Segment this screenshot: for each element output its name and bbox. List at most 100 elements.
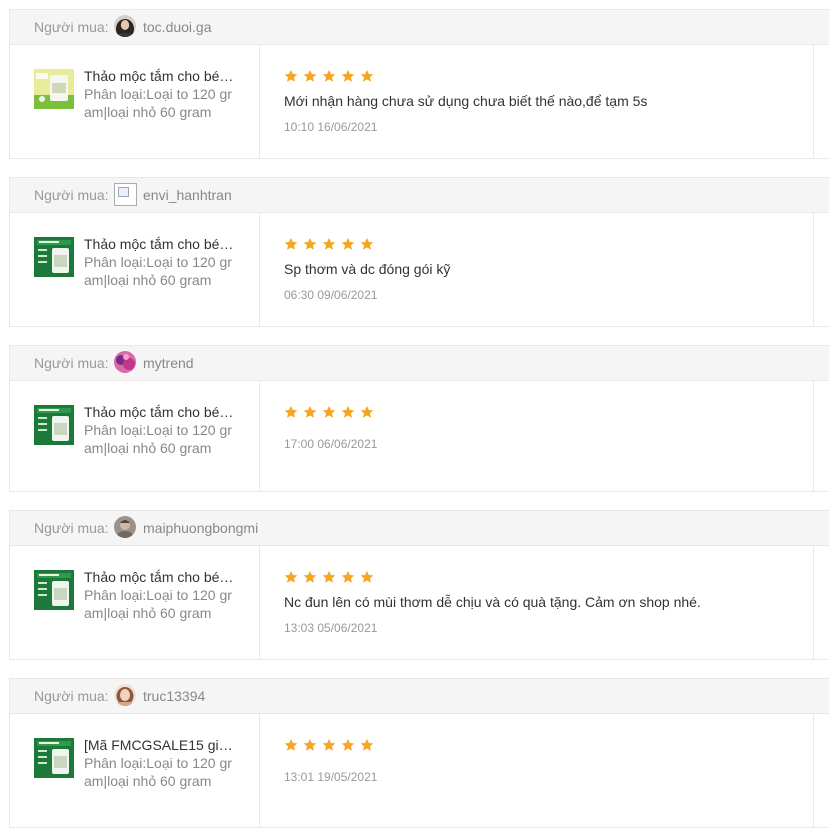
buyer-label: Người mua: [34,355,109,371]
column-divider [259,213,260,326]
star-icon [341,405,355,419]
rating-stars [284,738,379,754]
review-time: 06:30 09/06/2021 [284,288,378,302]
product-name[interactable]: [Mã FMCGSALE15 gi… [84,736,244,754]
review-card: Người mua: truc13394 [Mã FMCGSALE15 gi… Phâ… [9,678,829,828]
column-divider [259,381,260,491]
star-icon [284,69,298,83]
column-divider [813,714,814,827]
variant-line: Phân loại:Loại to 120 gr [84,755,232,771]
variant-line: am|loại nhỏ 60 gram [84,605,212,621]
rating-stars [284,405,379,421]
product-thumbnail[interactable] [34,237,74,277]
review-comment: Nc đun lên có mùi thơm dễ chịu và có quà… [284,594,701,610]
review-header: Người mua: truc13394 [10,679,829,714]
star-icon [284,738,298,752]
star-icon [360,405,374,419]
column-divider [813,381,814,491]
review-header: Người mua: maiphuongbongmi [10,511,829,546]
buyer-label: Người mua: [34,520,109,536]
buyer-label: Người mua: [34,688,109,704]
star-icon [360,738,374,752]
variant-line: am|loại nhỏ 60 gram [84,440,212,456]
product-thumbnail[interactable] [34,570,74,610]
product-name[interactable]: Thảo mộc tắm cho bé… [84,67,244,85]
avatar[interactable] [114,351,136,373]
column-divider [813,45,814,158]
variant-line: Phân loại:Loại to 120 gr [84,254,232,270]
variant-line: Phân loại:Loại to 120 gr [84,587,232,603]
variant-line: am|loại nhỏ 60 gram [84,773,212,789]
review-card: Người mua: mytrend Thảo mộc tắm cho bé… Phâ… [9,345,829,492]
star-icon [322,738,336,752]
username[interactable]: envi_hanhtran [143,187,263,203]
star-icon [341,738,355,752]
column-divider [813,213,814,326]
star-icon [303,69,317,83]
review-header: Người mua: toc.duoi.ga [10,10,829,45]
review-body: [Mã FMCGSALE15 gi… Phân loại:Loại to 120 … [10,714,829,827]
review-time: 17:00 06/06/2021 [284,437,378,451]
star-icon [303,405,317,419]
review-body: Thảo mộc tắm cho bé… Phân loại:Loại to 12… [10,381,829,491]
review-comment: Mới nhận hàng chưa sử dụng chưa biết thế… [284,93,648,109]
star-icon [360,237,374,251]
star-icon [341,237,355,251]
variant-line: Phân loại:Loại to 120 gr [84,422,232,438]
username[interactable]: maiphuongbongmi [143,520,263,536]
star-icon [303,738,317,752]
star-icon [322,570,336,584]
review-header: Người mua: envi_hanhtran [10,178,829,213]
star-icon [341,570,355,584]
product-name[interactable]: Thảo mộc tắm cho bé… [84,403,244,421]
avatar[interactable] [114,15,136,37]
column-divider [259,714,260,827]
username[interactable]: mytrend [143,355,263,371]
avatar[interactable] [114,516,136,538]
star-icon [284,405,298,419]
avatar[interactable] [114,684,136,706]
review-card: Người mua: envi_hanhtran Thảo mộc tắm cho … [9,177,829,327]
star-icon [322,405,336,419]
product-variant: Phân loại:Loại to 120 gr am|loại nhỏ 60 g… [84,253,244,289]
star-icon [284,237,298,251]
star-icon [303,237,317,251]
product-thumbnail[interactable] [34,738,74,778]
star-icon [360,570,374,584]
rating-stars [284,237,379,253]
column-divider [813,546,814,659]
review-body: Thảo mộc tắm cho bé… Phân loại:Loại to 12… [10,546,829,659]
product-name[interactable]: Thảo mộc tắm cho bé… [84,568,244,586]
product-thumbnail[interactable] [34,405,74,445]
star-icon [322,69,336,83]
review-time: 13:03 05/06/2021 [284,621,378,635]
product-variant: Phân loại:Loại to 120 gr am|loại nhỏ 60 g… [84,754,244,790]
review-comment: Sp thơm và dc đóng gói kỹ [284,261,451,277]
buyer-label: Người mua: [34,187,109,203]
avatar[interactable] [114,183,137,206]
review-time: 13:01 19/05/2021 [284,770,378,784]
variant-line: am|loại nhỏ 60 gram [84,272,212,288]
review-header: Người mua: mytrend [10,346,829,381]
review-body: Thảo mộc tắm cho bé… Phân loại:Loại to 12… [10,213,829,326]
rating-stars [284,570,379,586]
review-body: Thảo mộc tắm cho bé… Phân loại:Loại to 12… [10,45,829,158]
review-card: Người mua: maiphuongbongmi Thảo mộc tắm ch… [9,510,829,660]
variant-line: am|loại nhỏ 60 gram [84,104,212,120]
star-icon [322,237,336,251]
star-icon [303,570,317,584]
star-icon [341,69,355,83]
buyer-label: Người mua: [34,19,109,35]
product-name[interactable]: Thảo mộc tắm cho bé… [84,235,244,253]
variant-line: Phân loại:Loại to 120 gr [84,86,232,102]
username[interactable]: truc13394 [143,688,263,704]
column-divider [259,45,260,158]
column-divider [259,546,260,659]
rating-stars [284,69,379,85]
product-variant: Phân loại:Loại to 120 gr am|loại nhỏ 60 g… [84,421,244,457]
product-variant: Phân loại:Loại to 120 gr am|loại nhỏ 60 g… [84,586,244,622]
product-thumbnail[interactable] [34,69,74,109]
review-card: Người mua: toc.duoi.ga Thảo mộc tắm cho bé… [9,9,829,159]
review-time: 10:10 16/06/2021 [284,120,378,134]
username[interactable]: toc.duoi.ga [143,19,263,35]
